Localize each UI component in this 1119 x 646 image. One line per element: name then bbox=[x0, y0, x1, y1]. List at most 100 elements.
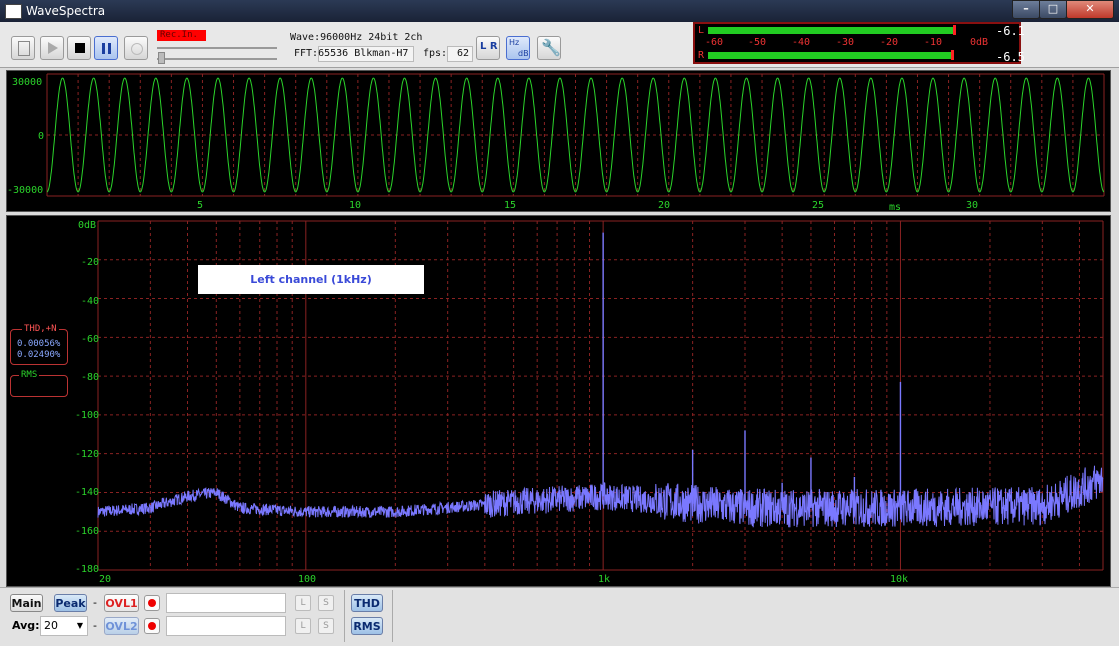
meter-left-value: -6.1 bbox=[996, 24, 1025, 38]
ovl2-load-button[interactable]: L bbox=[295, 618, 311, 634]
stop-icon bbox=[75, 43, 85, 53]
thd-value: 0.00056% bbox=[17, 339, 61, 349]
ovl1-save-button[interactable]: S bbox=[318, 595, 334, 611]
chevron-down-icon: ▼ bbox=[76, 621, 83, 630]
channel-annotation[interactable]: Left channel (1kHz) bbox=[198, 265, 424, 294]
waveform-pane[interactable]: 30000 0 -30000 5 10 15 20 25 ms 30 bbox=[6, 70, 1111, 212]
ovl1-record-button[interactable] bbox=[144, 595, 160, 611]
spec-y-tick: -160 bbox=[75, 526, 99, 537]
minimize-button[interactable]: – bbox=[1012, 0, 1040, 19]
wave-y-tick: 30000 bbox=[12, 77, 42, 88]
spectrum-chart: 0dB -20 -40 -60 -80 -100 -120 -140 -160 … bbox=[75, 220, 1104, 585]
ovl1-load-button[interactable]: L bbox=[295, 595, 311, 611]
spec-y-tick: -40 bbox=[81, 296, 99, 307]
meter-left-label: L bbox=[698, 25, 705, 36]
main-button[interactable]: Main bbox=[10, 594, 43, 612]
meter-right-value: -6.5 bbox=[996, 50, 1025, 64]
avg-select[interactable]: 20 ▼ bbox=[40, 616, 88, 636]
rms-label: RMS bbox=[19, 370, 40, 380]
monitor-volume-slider[interactable] bbox=[157, 58, 277, 60]
fps-value: 62 bbox=[457, 48, 470, 59]
window-title: WaveSpectra bbox=[26, 4, 106, 18]
ovl1-button[interactable]: OVL1 bbox=[104, 594, 139, 612]
wave-x-tick: 25 bbox=[812, 200, 824, 211]
hz-db-scale-button[interactable]: Hz dB bbox=[506, 36, 530, 60]
meter-scale-tick: -20 bbox=[880, 37, 899, 48]
meter-right-peak bbox=[951, 50, 954, 60]
record-button[interactable] bbox=[124, 36, 148, 60]
spec-y-tick: -20 bbox=[81, 257, 99, 268]
wave-x-tick: 30 bbox=[966, 200, 978, 211]
maximize-button[interactable]: □ bbox=[1039, 0, 1067, 19]
ovl2-button[interactable]: OVL2 bbox=[104, 617, 139, 635]
dash-1: - bbox=[93, 596, 97, 609]
meter-scale-tick: -60 bbox=[705, 37, 724, 48]
spec-x-tick: 10k bbox=[890, 574, 908, 585]
wave-y-tick: -30000 bbox=[7, 185, 43, 196]
spec-y-tick: -140 bbox=[75, 487, 99, 498]
spec-y-tick: -100 bbox=[75, 410, 99, 421]
input-volume-slider[interactable] bbox=[157, 47, 277, 49]
meter-left-bar bbox=[708, 27, 953, 34]
app-icon bbox=[5, 4, 22, 19]
spec-x-tick: 1k bbox=[598, 574, 610, 585]
meter-left-peak bbox=[953, 25, 956, 35]
record-icon bbox=[131, 43, 143, 55]
fft-info: FFT:65536 Blkman-H7 bbox=[294, 48, 409, 59]
spec-y-tick: -120 bbox=[75, 449, 99, 460]
dash-2: - bbox=[93, 619, 97, 632]
slider-thumb[interactable] bbox=[158, 52, 165, 64]
wave-y-tick: 0 bbox=[38, 131, 44, 142]
stop-button[interactable] bbox=[67, 36, 91, 60]
divider bbox=[392, 590, 393, 642]
rms-button[interactable]: RMS bbox=[351, 617, 383, 635]
spectrum-peaks bbox=[602, 232, 902, 508]
meter-scale-tick: -40 bbox=[792, 37, 811, 48]
meter-scale-tick: -10 bbox=[924, 37, 943, 48]
wave-format-info: Wave:96000Hz 24bit 2ch bbox=[290, 32, 423, 43]
wave-x-tick: 20 bbox=[658, 200, 670, 211]
settings-button[interactable]: 🔧 bbox=[537, 36, 561, 60]
waveform-chart: 30000 0 -30000 5 10 15 20 25 ms 30 bbox=[7, 73, 1105, 211]
meter-scale-tick: -30 bbox=[836, 37, 855, 48]
thd-button[interactable]: THD bbox=[351, 594, 383, 612]
channel-lr-button[interactable]: L R bbox=[476, 36, 500, 60]
spec-y-tick: -60 bbox=[81, 334, 99, 345]
ovl2-record-button[interactable] bbox=[144, 618, 160, 634]
ovl1-name-field[interactable] bbox=[166, 593, 286, 613]
rec-input-badge: Rec.In. bbox=[157, 30, 206, 41]
wave-x-unit: ms bbox=[889, 202, 901, 211]
avg-value: 20 bbox=[44, 619, 58, 632]
meter-scale-tick: 0dB bbox=[970, 37, 989, 48]
spec-x-tick: 20 bbox=[99, 574, 111, 585]
divider bbox=[344, 590, 345, 642]
wave-x-tick: 10 bbox=[349, 200, 361, 211]
spectrum-pane[interactable]: 0dB -20 -40 -60 -80 -100 -120 -140 -160 … bbox=[6, 215, 1111, 587]
spectrum-trace bbox=[97, 465, 1104, 528]
play-icon bbox=[48, 42, 58, 54]
open-file-button[interactable] bbox=[11, 36, 35, 60]
wrench-icon: 🔧 bbox=[541, 38, 561, 57]
play-button[interactable] bbox=[40, 36, 64, 60]
wave-x-tick: 5 bbox=[197, 200, 203, 211]
title-bar bbox=[0, 0, 1119, 22]
meter-scale-tick: -50 bbox=[748, 37, 767, 48]
pause-button[interactable] bbox=[94, 36, 118, 60]
thdn-value: 0.02490% bbox=[17, 350, 61, 360]
meter-right-label: R bbox=[698, 50, 705, 61]
fps-label: fps: bbox=[423, 48, 448, 59]
ovl2-save-button[interactable]: S bbox=[318, 618, 334, 634]
peak-button[interactable]: Peak bbox=[54, 594, 87, 612]
close-button[interactable]: ✕ bbox=[1066, 0, 1114, 19]
meter-right-bar bbox=[708, 52, 951, 59]
hz-label: Hz bbox=[509, 38, 520, 47]
spec-y-tick: 0dB bbox=[78, 220, 96, 231]
file-icon bbox=[18, 41, 30, 56]
thd-label: THD,+N bbox=[22, 324, 59, 334]
avg-label: Avg: bbox=[12, 619, 40, 632]
spec-y-tick: -180 bbox=[75, 564, 99, 575]
lr-icon: L R bbox=[480, 41, 498, 52]
db-label: dB bbox=[518, 49, 529, 58]
spec-y-tick: -80 bbox=[81, 372, 99, 383]
ovl2-name-field[interactable] bbox=[166, 616, 286, 636]
